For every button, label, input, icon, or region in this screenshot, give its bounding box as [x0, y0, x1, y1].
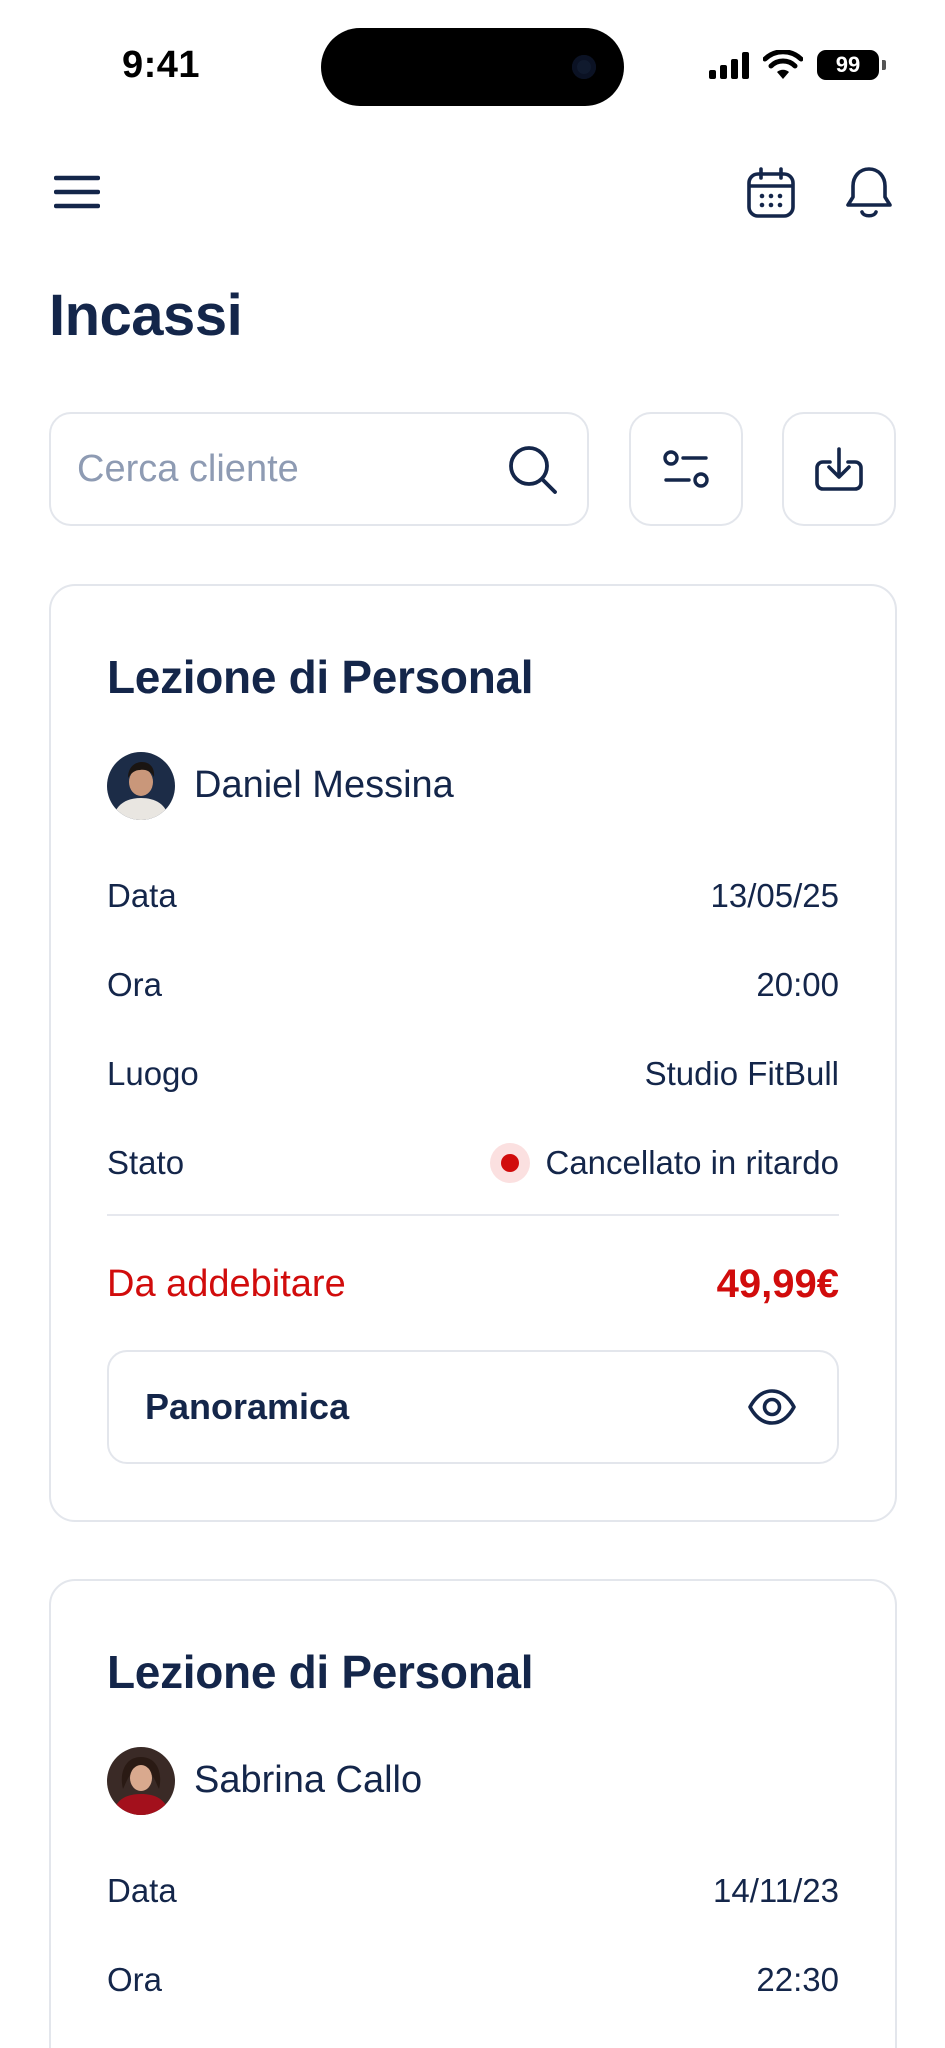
overview-label: Panoramica [145, 1386, 350, 1427]
overview-button[interactable]: Panoramica [107, 1350, 839, 1464]
search-icon[interactable] [507, 444, 559, 496]
detail-value: 20:00 [756, 966, 839, 1003]
detail-label: Data [107, 1872, 177, 1909]
detail-label: Data [107, 877, 177, 914]
bell-icon [846, 167, 892, 218]
menu-button[interactable] [52, 170, 102, 214]
detail-value: Studio FitBull [644, 1055, 839, 1092]
transaction-card[interactable]: Lezione di Personal Sabrina Callo Data 1… [49, 1579, 897, 2048]
page-title: Incassi [49, 283, 243, 348]
status-dot-icon [489, 1143, 530, 1183]
notifications-button[interactable] [843, 164, 895, 222]
battery-level: 99 [835, 52, 861, 77]
status-time: 9:41 [122, 44, 201, 86]
detail-value: 13/05/25 [710, 877, 839, 914]
detail-value: 14/11/23 [712, 1872, 839, 1909]
download-icon [815, 447, 863, 491]
detail-row-time: Ora 20:00 [107, 965, 839, 1005]
filter-button[interactable] [629, 412, 743, 526]
transaction-card[interactable]: Lezione di Personal Daniel Messina Data … [49, 584, 897, 1522]
status-text: Cancellato in ritardo [545, 1144, 840, 1181]
avatar [107, 752, 175, 820]
client-name: Sabrina Callo [194, 1759, 423, 1801]
menu-icon [54, 175, 100, 209]
camera-icon [572, 55, 596, 79]
detail-label: Luogo [107, 1055, 199, 1092]
wifi-icon [763, 50, 803, 79]
search-input[interactable] [77, 414, 497, 524]
detail-label: Stato [107, 1144, 185, 1181]
status-icons: 99 [709, 50, 886, 80]
status-bar: 9:41 99 [0, 0, 945, 120]
detail-row-date: Data 13/05/25 [107, 876, 839, 916]
sliders-icon [663, 450, 709, 488]
detail-row-date: Data 14/11/23 [107, 1871, 839, 1911]
battery-icon: 99 [817, 50, 886, 80]
status-indicator: Cancellato in ritardo [489, 1143, 840, 1183]
eye-icon [748, 1389, 796, 1425]
detail-row-time: Ora 22:30 [107, 1960, 839, 2000]
detail-label: Ora [107, 1961, 163, 1998]
amount-row: Da addebitare 49,99€ [107, 1262, 839, 1307]
client-name: Daniel Messina [194, 764, 454, 806]
calendar-icon [747, 167, 795, 218]
detail-row-location: Luogo Studio FitBull [107, 1054, 839, 1094]
detail-row-status: Stato Cancellato in ritardo [107, 1143, 839, 1183]
detail-label: Ora [107, 966, 163, 1003]
amount-value: 49,99€ [716, 1262, 839, 1306]
card-title: Lezione di Personal [107, 651, 534, 703]
amount-label: Da addebitare [107, 1263, 346, 1305]
cellular-signal-icon [709, 51, 749, 79]
download-button[interactable] [782, 412, 896, 526]
detail-value: 22:30 [756, 1961, 839, 1998]
search-box[interactable] [49, 412, 589, 526]
card-title: Lezione di Personal [107, 1646, 534, 1698]
divider [107, 1214, 839, 1216]
dynamic-island [321, 28, 624, 106]
calendar-button[interactable] [745, 166, 797, 220]
avatar [107, 1747, 175, 1815]
